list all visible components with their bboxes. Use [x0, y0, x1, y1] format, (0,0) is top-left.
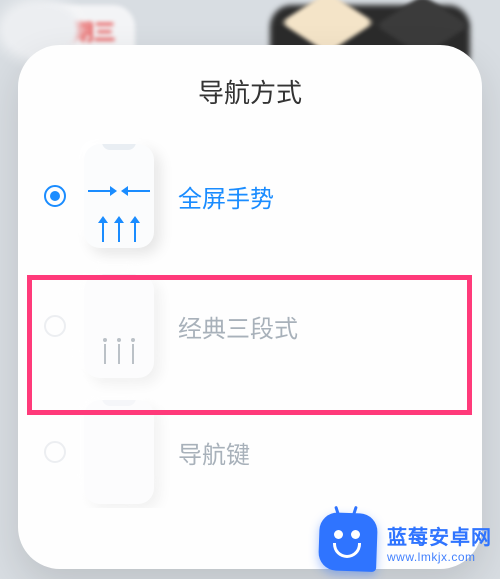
- watermark-mascot-icon: [319, 513, 377, 571]
- option-label: 全屏手势: [178, 179, 274, 214]
- watermark-brand: 蓝莓安卓网: [387, 521, 492, 550]
- gesture-thumbnail-icon: [84, 144, 154, 248]
- radio-unselected-icon[interactable]: [44, 441, 66, 463]
- option-fullscreen-gesture[interactable]: 全屏手势: [38, 136, 462, 256]
- option-label: 导航键: [178, 435, 250, 470]
- navkeys-thumbnail-icon: [84, 400, 154, 504]
- watermark-url: www.lmkjx.com: [387, 550, 492, 564]
- watermark: 蓝莓安卓网 www.lmkjx.com: [313, 507, 500, 579]
- tutorial-highlight-box: [27, 275, 472, 415]
- radio-selected-icon[interactable]: [44, 185, 66, 207]
- sheet-title: 导航方式: [38, 73, 462, 110]
- watermark-text: 蓝莓安卓网 www.lmkjx.com: [387, 521, 492, 564]
